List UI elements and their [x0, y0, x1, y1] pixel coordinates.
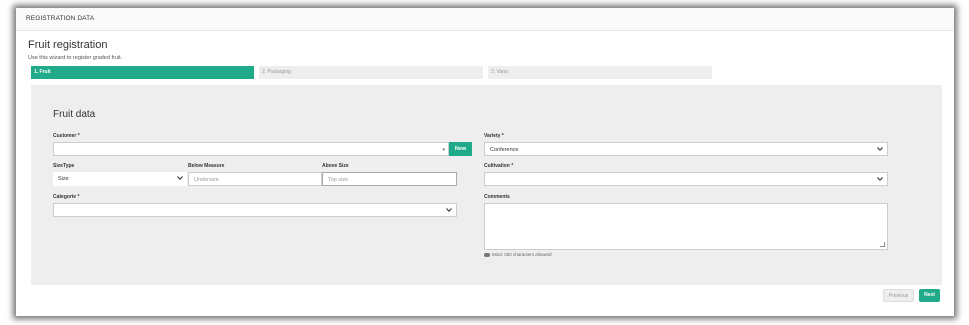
- caret-down-icon: ▾: [442, 147, 445, 153]
- chevron-down-icon: [177, 176, 183, 181]
- sizetype-label: SizeType: [53, 163, 75, 169]
- sizetype-select[interactable]: Size: [53, 172, 187, 186]
- chevron-down-icon: [877, 147, 883, 152]
- comments-textarea[interactable]: [484, 203, 888, 250]
- chevron-down-icon: [446, 208, 452, 213]
- sizetype-value: Size: [58, 176, 69, 182]
- comments-label: Comments: [484, 194, 510, 200]
- section-title: Fruit data: [53, 109, 96, 120]
- categorie-select[interactable]: [53, 203, 457, 217]
- customer-label: Customer *: [53, 133, 80, 139]
- page-subtitle: Use this wizard to register graded fruit…: [28, 55, 123, 61]
- top-bar: REGISTRATION DATA: [16, 8, 954, 31]
- comments-hint: Mind: 250 characters allowed!: [484, 252, 552, 257]
- registration-window: REGISTRATION DATA Fruit registration Use…: [16, 8, 954, 316]
- fruit-data-panel: Fruit data Customer * ▾ New Variety * Co…: [31, 85, 942, 285]
- variety-select[interactable]: Conference: [484, 142, 888, 156]
- cultivation-select[interactable]: [484, 172, 888, 186]
- tab-packaging[interactable]: 2. Packaging: [259, 66, 483, 79]
- new-customer-button[interactable]: New: [449, 142, 472, 156]
- variety-label: Variety *: [484, 133, 504, 139]
- chevron-down-icon: [877, 177, 883, 182]
- previous-button[interactable]: Previous: [883, 289, 914, 302]
- undersize-placeholder: Undersize: [194, 177, 219, 183]
- tab-fruit[interactable]: 1. Fruit: [31, 66, 254, 79]
- tab-varia[interactable]: 3. Varia: [488, 66, 712, 79]
- below-measure-label: Below Measure: [188, 163, 225, 169]
- topsize-placeholder: Top size: [328, 177, 349, 183]
- comment-icon: [484, 252, 490, 257]
- variety-value: Conference: [490, 147, 519, 153]
- next-button[interactable]: Next: [919, 289, 940, 302]
- above-size-label: Above Size: [322, 163, 349, 169]
- undersize-input[interactable]: Undersize: [188, 172, 322, 186]
- resize-handle-icon[interactable]: [880, 242, 885, 247]
- customer-select[interactable]: ▾: [53, 142, 449, 156]
- page-title: Fruit registration: [28, 39, 108, 51]
- topsize-input[interactable]: Top size: [322, 172, 457, 186]
- header-title: REGISTRATION DATA: [26, 15, 95, 22]
- cultivation-label: Cultivation *: [484, 163, 514, 169]
- categorie-label: Categorie *: [53, 194, 80, 200]
- comments-hint-text: Mind: 250 characters allowed!: [492, 252, 552, 257]
